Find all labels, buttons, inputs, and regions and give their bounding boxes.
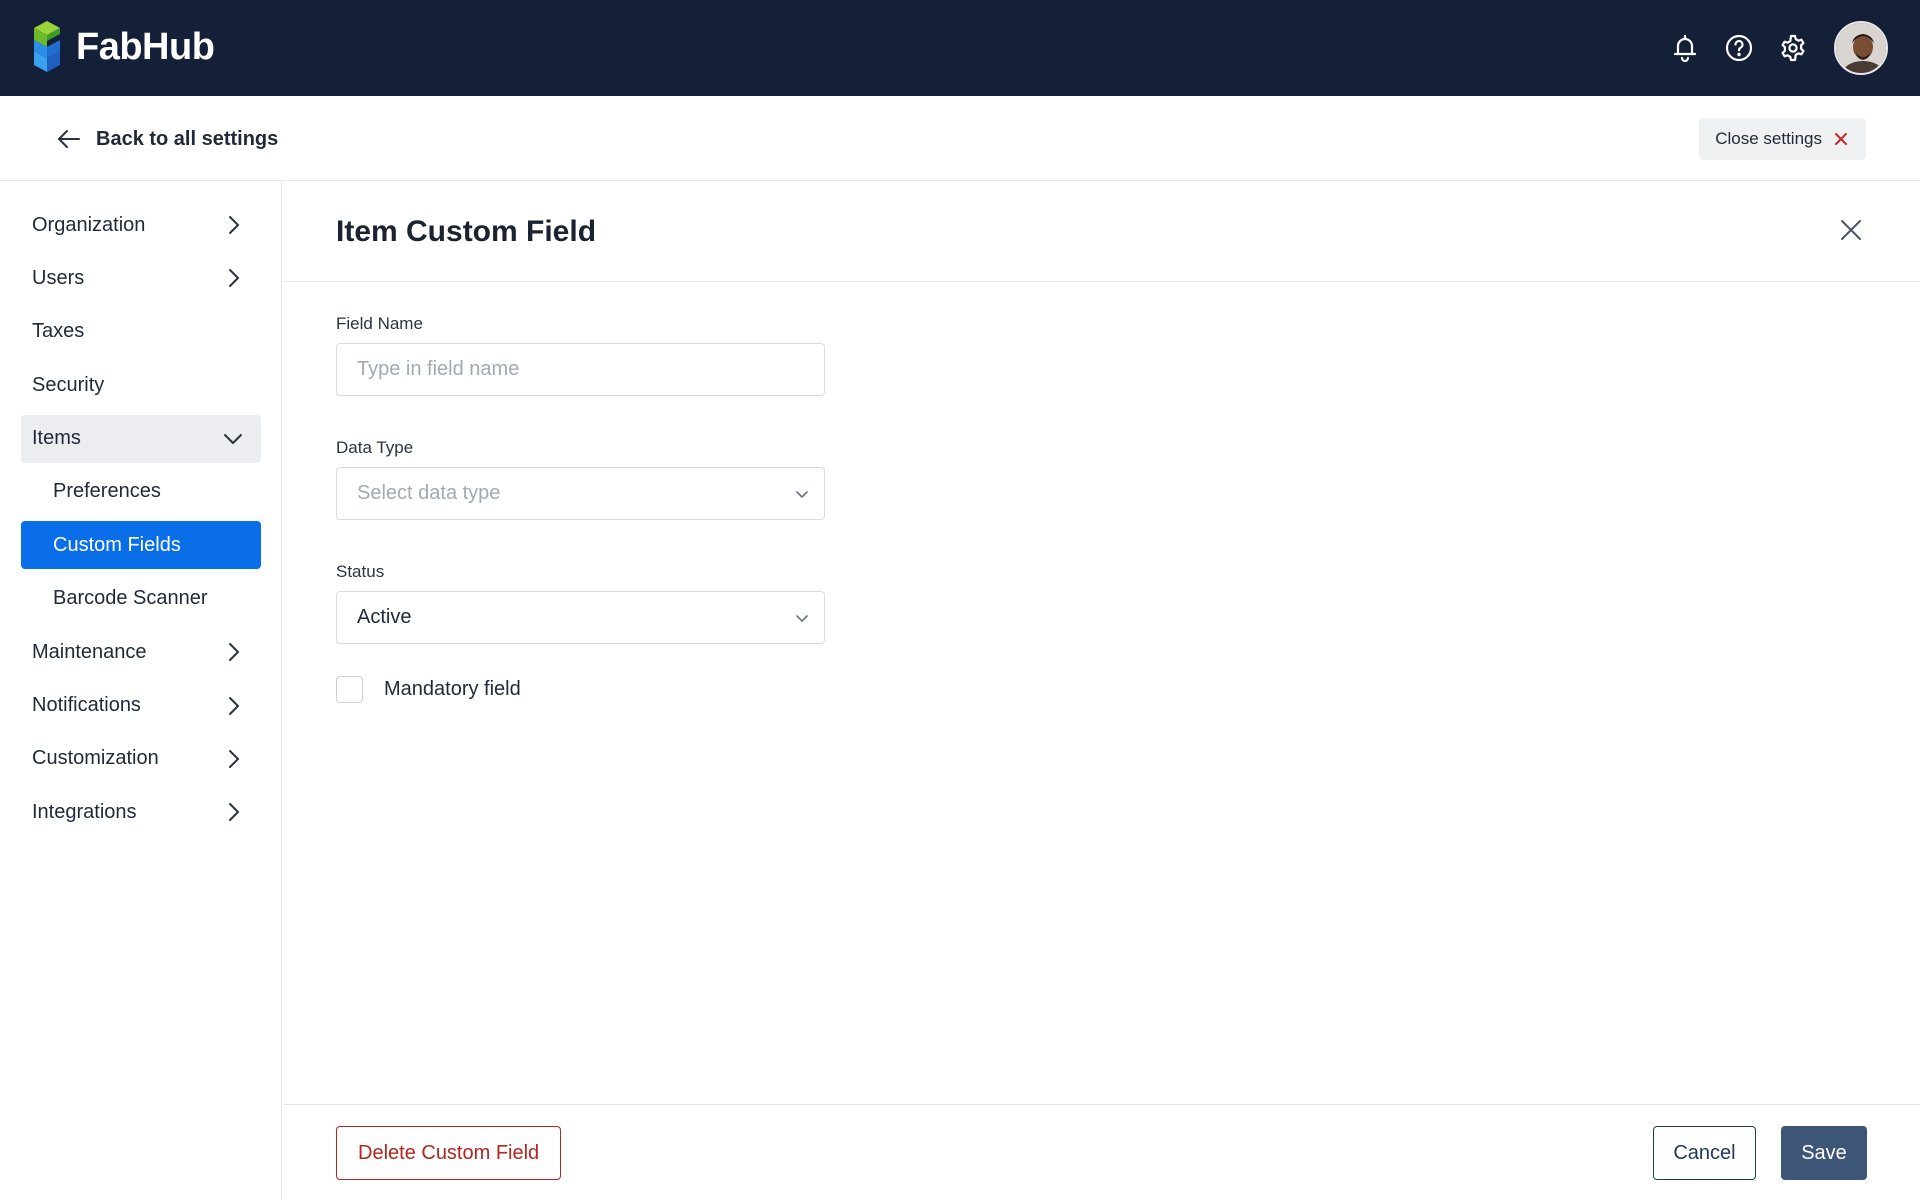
top-bar: FabHub [0, 0, 1920, 96]
custom-field-form: Field Name Data Type Select data type St… [336, 314, 825, 703]
close-icon [1834, 132, 1848, 146]
sidebar-item-label: Users [32, 266, 85, 289]
sidebar-item-label: Notifications [32, 694, 141, 717]
sidebar-item-label: Taxes [32, 320, 85, 343]
sidebar-item-label: Integrations [32, 800, 137, 823]
back-label: Back to all settings [96, 127, 279, 150]
back-to-settings-link[interactable]: Back to all settings [56, 120, 278, 158]
field-name-label: Field Name [336, 314, 423, 333]
mandatory-field-checkbox[interactable] [336, 676, 363, 703]
sidebar-item-customization[interactable]: Customization [21, 735, 261, 783]
chevron-right-icon [229, 749, 239, 768]
chevron-right-icon [229, 696, 239, 715]
data-type-label: Data Type [336, 438, 414, 457]
sidebar-item-label: Organization [32, 213, 146, 236]
bell-icon[interactable] [1668, 31, 1702, 65]
panel-header: Item Custom Field [283, 181, 1920, 282]
chevron-down-icon [796, 615, 808, 622]
data-type-group: Data Type Select data type [336, 438, 825, 520]
sidebar-item-taxes[interactable]: Taxes [21, 308, 261, 356]
data-type-placeholder: Select data type [357, 482, 501, 504]
sidebar-item-label: Custom Fields [53, 533, 181, 556]
chevron-right-icon [229, 269, 239, 288]
sidebar-item-label: Customization [32, 747, 159, 770]
sidebar-subitem-barcode-scanner[interactable]: Barcode Scanner [21, 575, 261, 623]
sidebar-item-label: Security [32, 373, 105, 396]
arrow-left-icon [58, 130, 80, 148]
mandatory-field-label: Mandatory field [384, 678, 521, 700]
fabhub-logo-icon [34, 21, 60, 72]
sidebar-item-label: Maintenance [32, 640, 147, 663]
status-select[interactable]: Active [336, 591, 825, 644]
sidebar-item-organization[interactable]: Organization [21, 201, 261, 249]
chevron-down-icon [796, 491, 808, 498]
sidebar-subitem-preferences[interactable]: Preferences [21, 468, 261, 516]
field-name-group: Field Name [336, 314, 825, 396]
help-icon[interactable] [1722, 31, 1756, 65]
close-settings-button[interactable]: Close settings [1699, 118, 1866, 160]
sidebar-item-label: Items [32, 427, 81, 450]
sidebar-item-security[interactable]: Security [21, 361, 261, 409]
delete-custom-field-button[interactable]: Delete Custom Field [336, 1126, 562, 1180]
chevron-right-icon [229, 643, 239, 662]
close-icon[interactable] [1838, 217, 1864, 243]
save-button[interactable]: Save [1781, 1126, 1867, 1180]
field-name-input[interactable] [336, 343, 825, 396]
status-value: Active [357, 606, 412, 628]
app-logo[interactable]: FabHub [30, 20, 215, 74]
sidebar-item-label: Barcode Scanner [53, 587, 208, 610]
sidebar-item-label: Preferences [53, 480, 161, 503]
sidebar-item-integrations[interactable]: Integrations [21, 788, 261, 836]
panel-footer: Delete Custom Field Cancel Save [283, 1104, 1920, 1200]
gear-icon[interactable] [1776, 31, 1810, 65]
data-type-select[interactable]: Select data type [336, 467, 825, 520]
sidebar-item-notifications[interactable]: Notifications [21, 682, 261, 730]
settings-sidebar: Organization Users Taxes Security Items … [0, 181, 282, 1200]
sidebar-subitem-custom-fields[interactable]: Custom Fields [21, 521, 261, 570]
sidebar-item-users[interactable]: Users [21, 254, 261, 302]
chevron-right-icon [229, 803, 239, 822]
status-label: Status [336, 562, 385, 581]
user-avatar[interactable] [1834, 21, 1888, 75]
page-title: Item Custom Field [336, 215, 597, 248]
mandatory-field-row: Mandatory field [336, 676, 825, 703]
chevron-down-icon [224, 433, 242, 444]
status-group: Status Active [336, 562, 825, 644]
cancel-button[interactable]: Cancel [1653, 1126, 1756, 1180]
settings-subbar: Back to all settings Close settings [0, 96, 1920, 181]
sidebar-item-maintenance[interactable]: Maintenance [21, 628, 261, 676]
custom-field-panel: Item Custom Field Field Name Data Type S… [283, 181, 1920, 1200]
chevron-right-icon [229, 216, 239, 234]
app-name: FabHub [76, 25, 215, 68]
top-actions [1648, 0, 1888, 96]
sidebar-item-items[interactable]: Items [21, 414, 261, 463]
close-settings-label: Close settings [1715, 129, 1822, 148]
